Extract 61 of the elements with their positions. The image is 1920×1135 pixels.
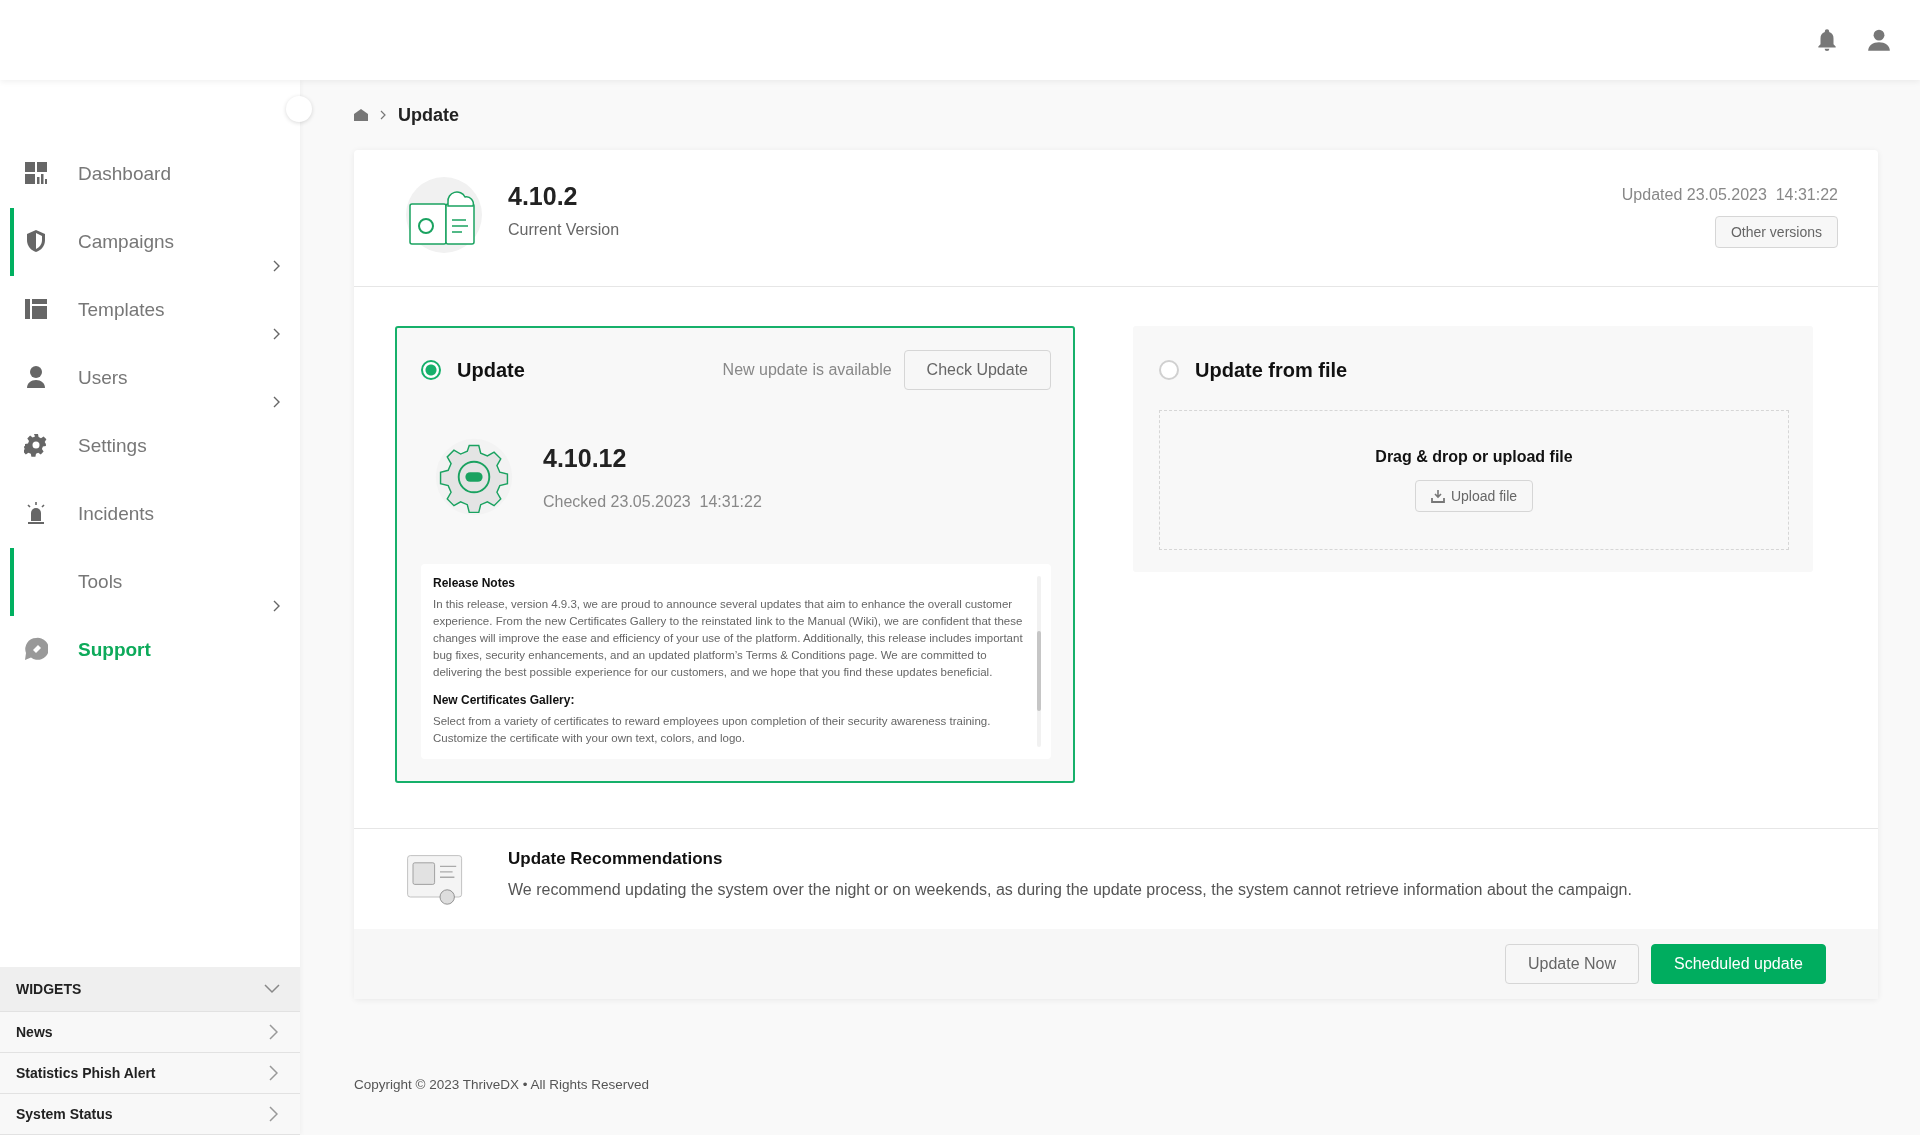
sidebar-item[interactable]: Incidents [10,480,300,548]
other-versions-button[interactable]: Other versions [1714,216,1838,248]
shield-icon [24,229,48,253]
new-version-number: 4.10.12 [543,443,628,473]
file-option-panel[interactable]: Update from file Drag & drop or upload file Upload file [1133,326,1813,572]
update-now-button[interactable]: Update Now [1504,944,1639,984]
file-drop-zone[interactable]: Drag & drop or upload file Upload file [1159,410,1789,550]
scrollbar[interactable] [1037,576,1041,747]
chevron-right-icon [272,260,280,272]
siren-icon [24,501,48,525]
recommendations-text: We recommend updating the system over the night or on weekends, as during the update process, the system cannot retrieve information about the campaign. [508,881,1632,899]
breadcrumb-current: Update [398,104,459,126]
notes-heading: Release Notes [433,576,517,590]
chevron-right-icon [272,396,280,408]
widget-item[interactable]: Statistics Phish Alert [0,1053,300,1094]
sidebar-item[interactable]: Support [10,616,300,684]
option-title: Update [457,358,525,382]
current-version-label: Current Version [508,221,620,239]
chat-bubble-icon [24,637,48,661]
widget-item[interactable]: News [0,1012,300,1053]
updated-timestamp: Updated 23.05.2023 14:31:22 [1621,186,1838,204]
user-icon[interactable] [1866,27,1892,53]
widget-item[interactable]: System Status [0,1094,300,1135]
chevron-right-icon [272,328,280,340]
chevron-right-icon [268,1106,278,1122]
update-option-panel[interactable] [395,326,1075,783]
notes-heading: New Certificates Gallery: [433,693,576,707]
widgets-header[interactable]: WIDGETS [0,967,300,1012]
gear-icon [24,433,48,457]
chevron-down-icon [264,984,280,994]
notes-paragraph: Select from a variety of certificates to reward employees upon completion of their security awareness training. Customize the certificate with your own text, colors, and logo. [433,714,992,746]
update-status: New update is available [722,361,892,379]
chevron-right-icon [268,1065,278,1081]
sidebar-item[interactable]: Templates [10,276,300,344]
home-icon[interactable] [354,109,368,121]
sidebar-item[interactable]: Dashboard [10,140,300,208]
recommendations-title: Update Recommendations [508,849,724,869]
dashboard-icon [24,161,48,185]
chevron-right-icon [380,110,386,120]
sidebar-item[interactable]: Users [10,344,300,412]
sidebar-item[interactable]: Tools [10,548,300,616]
person-icon [24,365,48,389]
drop-zone-text: Drag & drop or upload file [1375,448,1573,466]
radio-button[interactable] [421,360,441,380]
chevron-right-icon [272,600,280,612]
checked-timestamp: Checked 23.05.2023 14:31:22 [543,492,762,511]
check-update-button[interactable]: Check Update [903,350,1051,390]
chevron-right-icon [268,1024,278,1040]
sidebar-item[interactable]: Settings [10,412,300,480]
sidebar-item[interactable]: Campaigns [10,208,300,276]
widgets-title: WIDGETS [16,981,82,997]
upload-file-button[interactable]: Upload file [1414,480,1534,512]
download-icon [1430,489,1445,503]
radio-button[interactable] [1159,360,1179,380]
current-version-number: 4.10.2 [508,182,579,211]
option-title: Update from file [1195,358,1348,382]
copyright-text: Copyright © 2023 ThriveDX • All Rights Reserved [354,1077,651,1092]
collapse-toggle[interactable] [286,96,312,122]
notes-paragraph: In this release, version 4.9.3, we are proud to announce several updates that aim to enhance the overall customer experience. From the new Certificates Gallery to the reinstated link to the Manual (Wiki), we are confident that these changes will improve the ease and efficiency of your use of the platform. Additionally, this release includes important bug fixes, security enhancements, and an updated platform’s Terms & Conditions page. We are committed to delivering the best possible experience for our customers, and we hope that you find these updates beneficial. [433,597,1024,680]
template-icon [24,297,48,321]
scheduled-update-button[interactable]: Scheduled update [1651,944,1826,984]
